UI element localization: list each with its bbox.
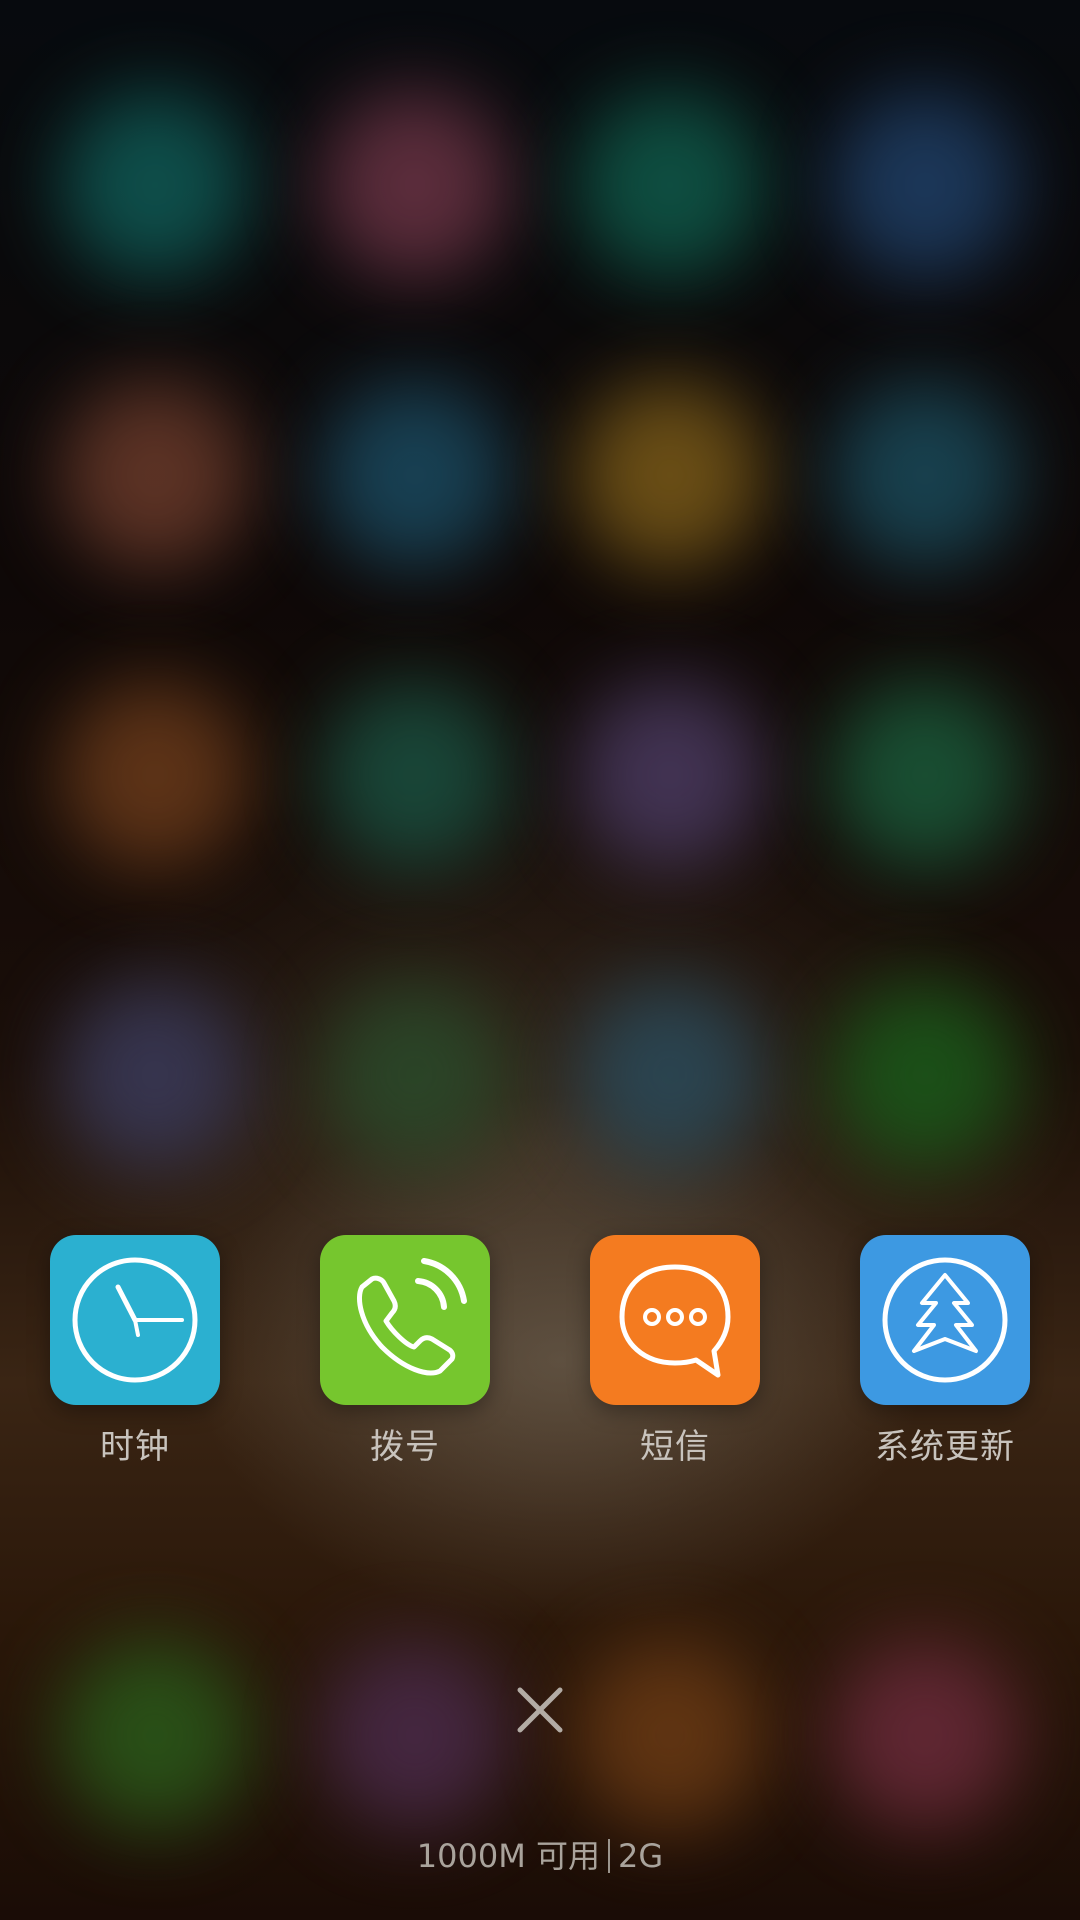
app-clock[interactable]: 时钟 <box>35 1235 235 1475</box>
app-system-update[interactable]: 系统更新 <box>845 1235 1045 1475</box>
app-label-messages: 短信 <box>640 1427 710 1467</box>
memory-info: 1000M 可用 2G <box>0 1836 1080 1876</box>
close-icon <box>517 1687 563 1733</box>
close-recents-button[interactable] <box>510 1680 570 1740</box>
phone-icon[interactable] <box>320 1235 490 1405</box>
clock-icon[interactable] <box>50 1235 220 1405</box>
app-dialer[interactable]: 拨号 <box>305 1235 505 1475</box>
memory-available-text: 1000M 可用 <box>416 1837 601 1875</box>
update-icon[interactable] <box>860 1235 1030 1405</box>
recents-screen: 时钟 拨号 短信 系统更新 1000M 可用 2G <box>0 0 1080 1920</box>
recent-apps-row: 时钟 拨号 短信 系统更新 <box>0 1235 1080 1475</box>
app-label-clock: 时钟 <box>100 1427 170 1467</box>
memory-total-text: 2G <box>618 1837 664 1875</box>
memory-separator <box>608 1839 611 1873</box>
app-messages[interactable]: 短信 <box>575 1235 775 1475</box>
app-label-system-update: 系统更新 <box>875 1427 1015 1467</box>
app-label-dialer: 拨号 <box>370 1427 440 1467</box>
message-icon[interactable] <box>590 1235 760 1405</box>
